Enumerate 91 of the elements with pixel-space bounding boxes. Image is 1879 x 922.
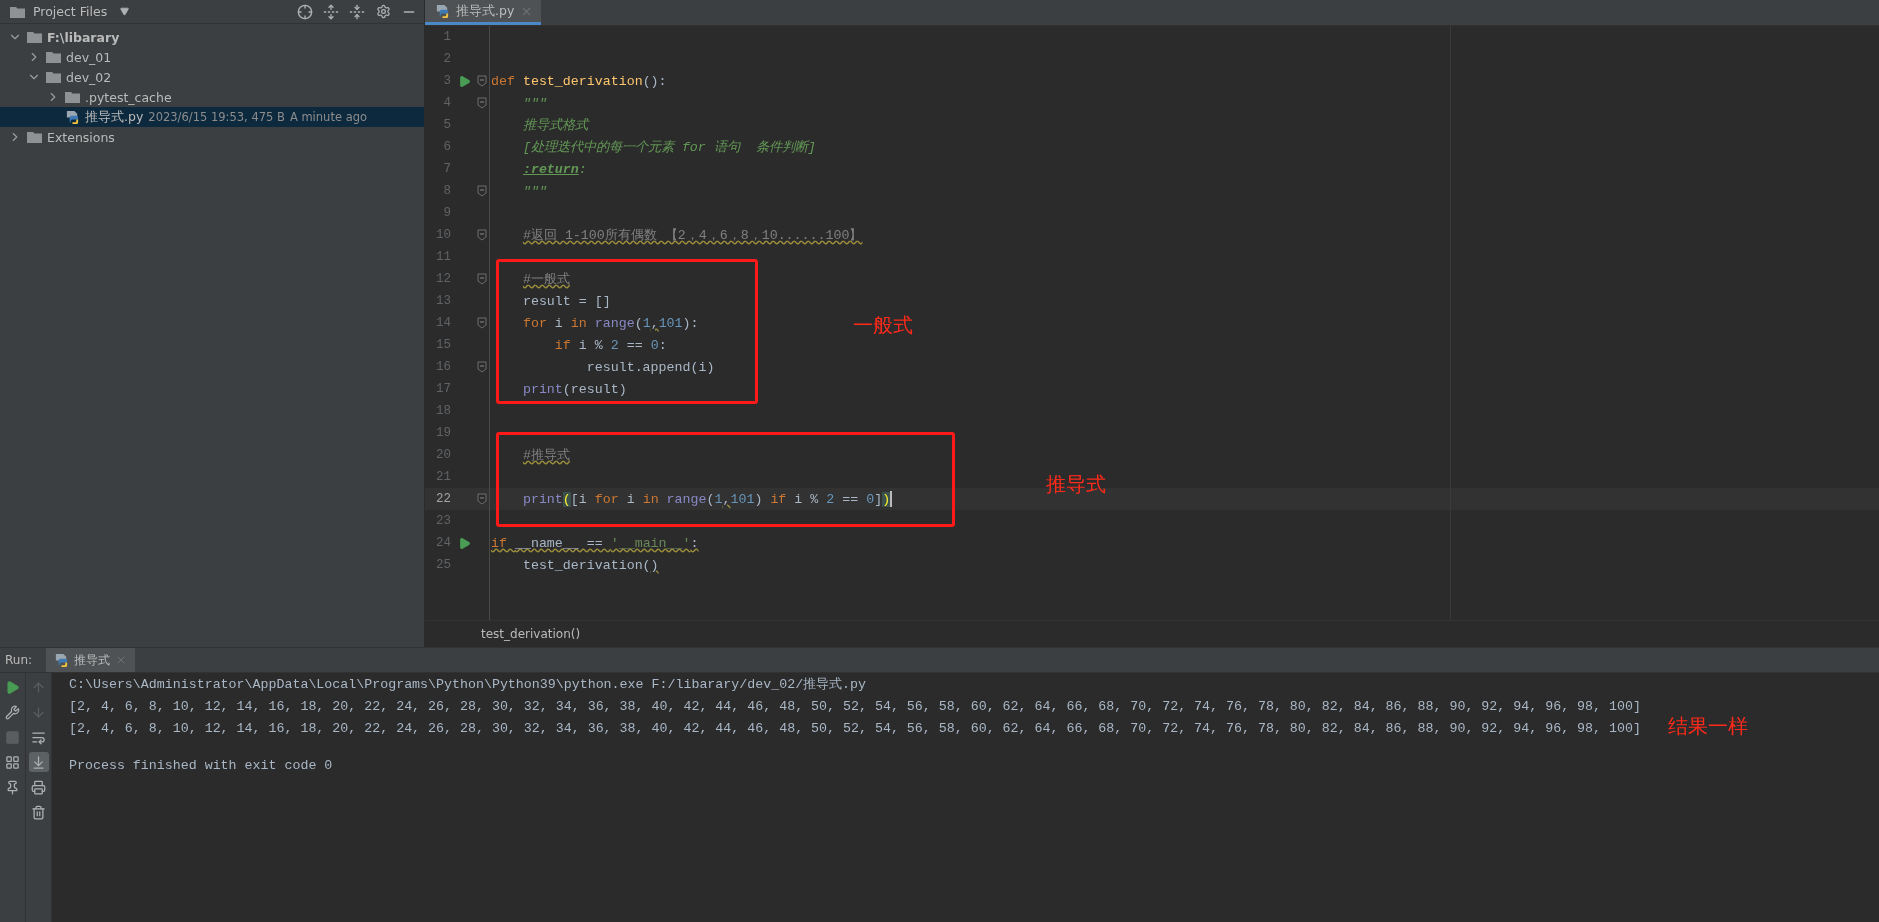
python-file-icon: [65, 109, 80, 125]
line-number: 15: [435, 338, 452, 352]
line-number: 12: [435, 272, 452, 286]
tree-item[interactable]: .pytest_cache: [0, 87, 424, 107]
code-line: if i % 2 == 0:: [553, 337, 667, 353]
console-line: [2, 4, 6, 8, 10, 12, 14, 16, 18, 20, 22, 24, 26, 28, 30, 32, 34, 36, 38, 40, 42, 44, 46, 48, 50, 52, 54, 56, 58, 60, 62, 64, 66, 68, 70, 72, 74, 76, 78, 80, 82, 84, 86, 88, 90, 92, 94, 96, 98, 100]: [69, 720, 1641, 738]
line-number: 21: [435, 470, 452, 484]
fold-marker-icon[interactable]: [477, 361, 487, 373]
editor-tab[interactable]: 推导式.py: [425, 0, 542, 25]
code-line: #返回 1-100所有偶数 【2，4，6，8，10......100】: [521, 227, 863, 244]
run-tab[interactable]: 推导式: [46, 648, 136, 672]
tree-item[interactable]: dev_01: [0, 47, 424, 67]
fold-marker-icon[interactable]: [477, 273, 487, 285]
settings-icon[interactable]: [374, 2, 392, 21]
fold-marker-icon[interactable]: [477, 229, 487, 241]
code-line: 推导式格式: [521, 117, 588, 134]
file-modified: A minute ago: [289, 110, 367, 124]
annotation-label: 一般式: [853, 312, 913, 339]
line-number: 18: [435, 404, 452, 418]
code-line: """: [521, 95, 547, 111]
crosshair-icon[interactable]: [296, 2, 314, 21]
line-number: 17: [435, 382, 452, 396]
console-line: C:\Users\Administrator\AppData\Local\Programs\Python\Python39\python.exe F:/libarary/dev_02/推导式.py: [69, 676, 867, 694]
line-number: 22: [435, 492, 452, 506]
tree-label: .pytest_cache: [85, 89, 172, 105]
run-label: Run:: [5, 653, 33, 667]
folder-icon: [65, 91, 80, 103]
fold-marker-icon[interactable]: [477, 97, 487, 109]
annotation-label: 结果一样: [1668, 713, 1748, 740]
line-number: 13: [435, 294, 452, 308]
line-number: 6: [442, 140, 452, 154]
line-number: 24: [435, 536, 452, 550]
code-line: for i in range(1,101):: [521, 315, 699, 331]
run-icon[interactable]: [457, 74, 471, 88]
folder-icon: [27, 31, 42, 43]
tree-item[interactable]: 推导式.py 2023/6/15 19:53, 475 B A minute ago: [0, 107, 424, 127]
code-line: result = []: [521, 293, 611, 309]
run-icon[interactable]: [457, 536, 471, 550]
line-number: 3: [442, 74, 452, 88]
line-number: 1: [442, 30, 452, 44]
code-line: result.append(i): [585, 359, 715, 375]
line-number: 16: [435, 360, 452, 374]
fold-marker-icon[interactable]: [477, 185, 487, 197]
python-file-icon: [435, 3, 450, 19]
line-number: 9: [442, 206, 452, 220]
line-number: 10: [435, 228, 452, 242]
expand-all-icon[interactable]: [322, 2, 340, 21]
file-meta: 2023/6/15 19:53, 475 B: [148, 110, 285, 124]
tree-label: F:\libarary: [47, 29, 120, 45]
line-number: 4: [442, 96, 452, 110]
python-file-icon: [54, 652, 70, 668]
code-line: if __name__ == '__main__':: [491, 535, 699, 551]
fold-marker-icon[interactable]: [477, 493, 487, 505]
breadcrumb[interactable]: test_derivation(): [481, 627, 581, 641]
scroll-to-end-icon[interactable]: [28, 752, 49, 772]
tree-label: Extensions: [47, 129, 115, 145]
console-line: Process finished with exit code 0: [69, 757, 333, 775]
code-line: def test_derivation():: [491, 73, 667, 89]
code-line: """: [521, 183, 547, 199]
line-number: 23: [435, 514, 452, 528]
folder-icon: [10, 5, 25, 18]
collapse-all-icon[interactable]: [348, 2, 366, 21]
code-line: test_derivation(): [521, 557, 659, 573]
tree-item[interactable]: Extensions: [0, 127, 424, 147]
fold-marker-icon[interactable]: [477, 75, 487, 87]
folder-icon: [46, 51, 61, 63]
line-number: 11: [435, 250, 452, 264]
annotation-label: 推导式: [1046, 471, 1106, 498]
tree-label: dev_02: [66, 69, 112, 85]
line-number: 7: [442, 162, 452, 176]
tree-item[interactable]: dev_02: [0, 67, 424, 87]
tree-item[interactable]: F:\libarary: [0, 27, 424, 47]
folder-icon: [46, 71, 61, 83]
line-number: 5: [442, 118, 452, 132]
code-line: print(result): [521, 381, 627, 397]
line-number: 14: [435, 316, 452, 330]
line-number: 19: [435, 426, 452, 440]
code-line: print([i for i in range(1,101) if i % 2 == 0]): [521, 491, 893, 507]
code-line: :return:: [521, 161, 587, 177]
panel-title[interactable]: Project Files: [33, 4, 108, 19]
line-number: 25: [435, 558, 452, 572]
tree-label: 推导式.py: [85, 108, 144, 126]
code-line: #推导式: [521, 447, 570, 464]
line-number: 20: [435, 448, 452, 462]
console-line: [2, 4, 6, 8, 10, 12, 14, 16, 18, 20, 22, 24, 26, 28, 30, 32, 34, 36, 38, 40, 42, 44, 46, 48, 50, 52, 54, 56, 58, 60, 62, 64, 66, 68, 70, 72, 74, 76, 78, 80, 82, 84, 86, 88, 90, 92, 94, 96, 98, 100]: [69, 698, 1641, 716]
code-line: [处理迭代中的每一个元素 for 语句 条件判断]: [521, 139, 816, 156]
folder-icon: [27, 131, 42, 143]
line-number: 8: [442, 184, 452, 198]
tree-label: dev_01: [66, 49, 112, 65]
fold-marker-icon[interactable]: [477, 317, 487, 329]
line-number: 2: [442, 52, 452, 66]
